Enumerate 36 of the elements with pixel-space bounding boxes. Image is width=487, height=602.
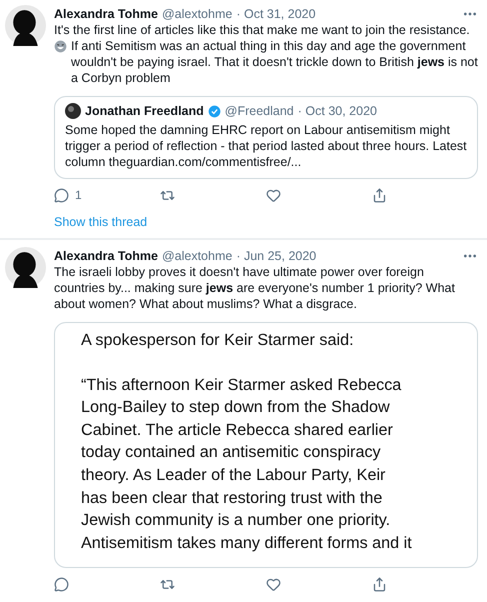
statement-line: has been clear that restoring trust with the <box>81 488 384 509</box>
verified-badge-icon <box>208 104 221 118</box>
author-name[interactable]: Alexandra Tohme <box>54 6 158 20</box>
statement-line: “This afternoon Keir Starmer asked Rebecca <box>81 374 402 396</box>
tweet-text: If anti Semitism was an actual thing in this day and age the government wouldn't be paying israel. That it doesn't trickle down to British jews is not a Corbyn problem <box>71 38 478 86</box>
share-icon[interactable] <box>372 188 387 202</box>
like-icon[interactable] <box>266 576 281 592</box>
reply-icon[interactable] <box>54 188 69 202</box>
tweet-text: The israeli lobby proves it doesn't have ultimate power over foreign countries by... making sure jews are everyone's number 1 priority? What about women? What about muslims? What a disgrace. <box>54 264 456 312</box>
statement-heading: A spokesperson for Keir Starmer said: <box>81 330 355 351</box>
quoted-tweet[interactable] <box>54 96 478 179</box>
reply-count: 1 <box>75 188 82 202</box>
tweet-date[interactable]: · Jun 25, 2020 <box>236 248 316 262</box>
avatar[interactable] <box>5 5 46 46</box>
author-name: Jonathan Freedland <box>85 104 204 118</box>
like-icon[interactable] <box>266 188 281 202</box>
show-thread-link[interactable]: Show this thread <box>54 215 148 229</box>
tweet-date[interactable]: · Oct 31, 2020 <box>236 6 316 20</box>
quoted-tweet-text: Some hoped the damning EHRC report on Labour antisemitism might trigger a period of reflection - that period lasted about three hours. Latest column theguardian.com/commentisfree/... <box>65 122 467 170</box>
avatar <box>65 103 81 119</box>
tweet-date: · Oct 30, 2020 <box>298 104 377 118</box>
statement-line: Antisemitism takes many different forms and it <box>81 532 413 554</box>
statement-line: today contained an antisemitic conspiracy <box>81 442 382 464</box>
statement-line: Long-Bailey to step down from the Shadow <box>81 397 391 418</box>
avatar[interactable] <box>5 247 46 288</box>
author-handle: @alextohme <box>162 6 232 20</box>
statement-line: theory. As Leader of the Labour Party, Keir <box>81 464 386 486</box>
statement-line: Jewish community is a number one priority. <box>81 510 392 532</box>
author-name[interactable]: Alexandra Tohme <box>54 248 158 262</box>
share-icon[interactable] <box>372 576 387 592</box>
author-handle: @Freedland <box>224 104 294 118</box>
laughing-emoji-icon <box>54 40 67 53</box>
reply-icon[interactable] <box>54 576 69 592</box>
statement-line: Cabinet. The article Rebecca shared earlier <box>81 420 394 441</box>
author-handle: @alextohme <box>162 248 232 262</box>
tweet-text: It's the first line of articles like this that make me want to join the resistance. <box>54 22 471 38</box>
